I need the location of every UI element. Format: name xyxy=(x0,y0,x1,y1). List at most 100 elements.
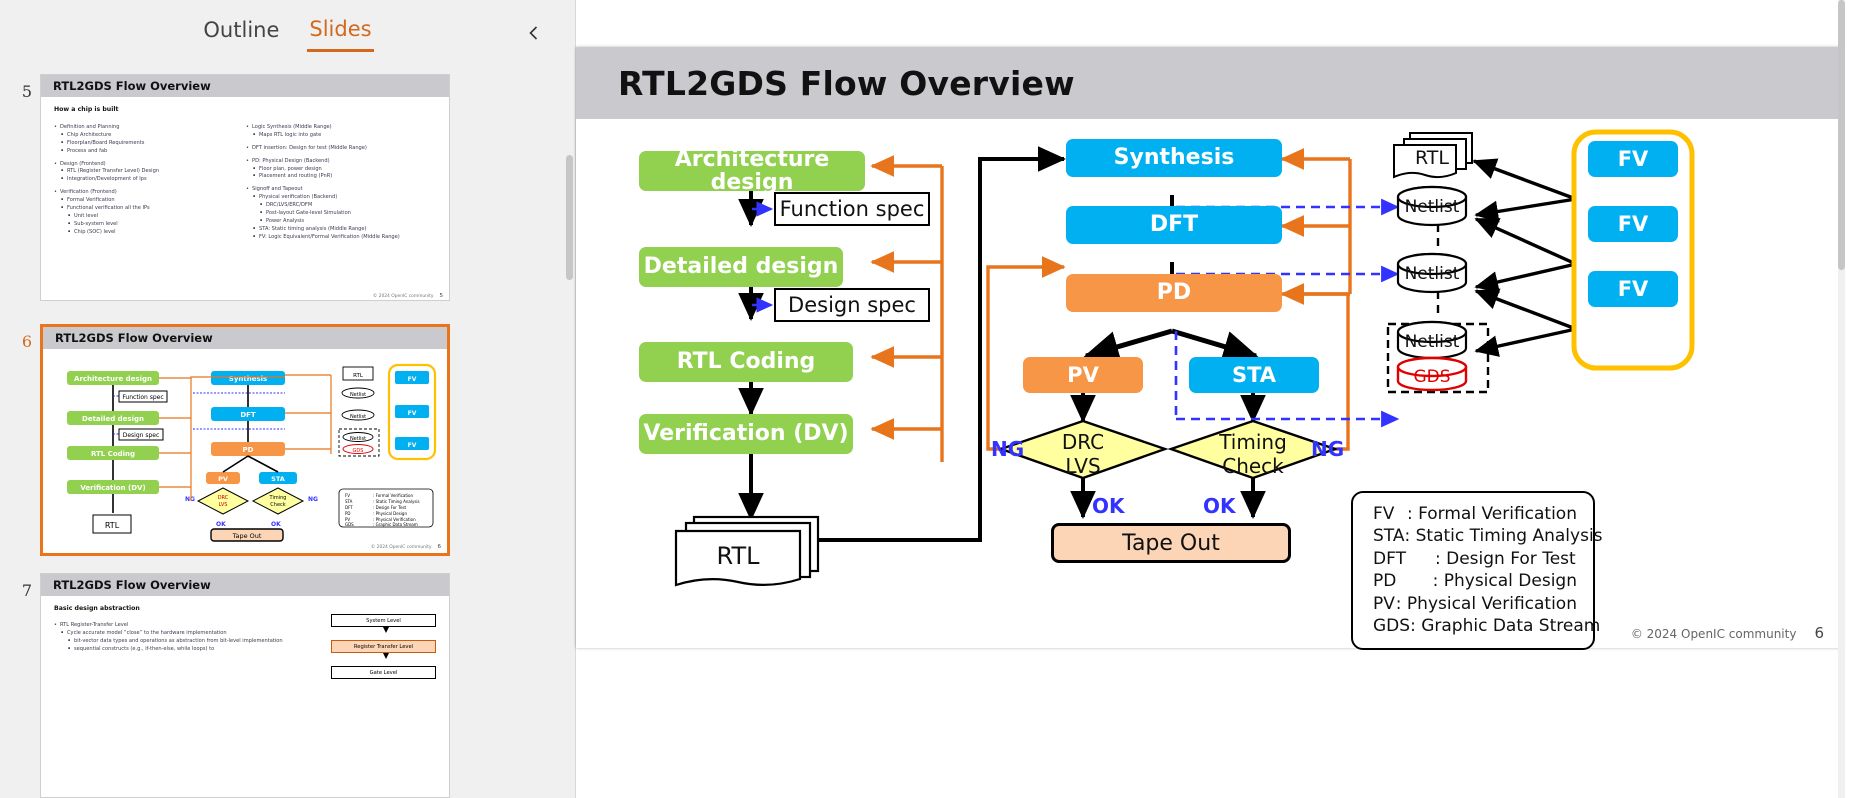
bullet-marker: ▪ xyxy=(253,233,256,238)
pd-node[interactable]: PD xyxy=(1066,274,1282,312)
bullet-marker: • xyxy=(54,124,57,130)
svg-text:STA: STA xyxy=(271,475,285,483)
legend-definition: : Static Timing Analysis xyxy=(1404,526,1603,547)
legend-definition: : Graphic Data Stream xyxy=(1410,616,1601,637)
svg-text:GDS: GDS xyxy=(345,522,354,527)
legend-abbr: DFT xyxy=(1373,548,1406,569)
bullet-item: • Verification (Frontend) xyxy=(54,189,234,197)
main-scrollbar[interactable] xyxy=(1838,0,1845,270)
abstraction-level-box: Register Transfer Level xyxy=(331,640,436,653)
svg-text:RTL: RTL xyxy=(353,373,364,379)
synthesis-node[interactable]: Synthesis xyxy=(1066,139,1282,177)
thumbnail-list[interactable]: 5 RTL2GDS Flow Overview How a chip is bu… xyxy=(0,66,575,798)
legend-abbr: FV xyxy=(1373,504,1395,524)
rtl-coding-node[interactable]: RTL Coding xyxy=(639,342,853,382)
thumb5-left-column: • Definition and Planning ▪ Chip Architectu… xyxy=(54,124,234,237)
bullet-text: Power Analysis xyxy=(266,217,305,224)
bullet-item: ▪ Physical verification (Backend) xyxy=(246,194,446,202)
verification-dv-node[interactable]: Verification (DV) xyxy=(639,414,853,454)
legend-row: STA: Static Timing Analysis xyxy=(1373,525,1603,547)
timing-label: Timing xyxy=(1219,430,1287,454)
svg-text:FV: FV xyxy=(345,493,350,498)
svg-text:NG: NG xyxy=(308,496,318,503)
pv-node[interactable]: PV xyxy=(1023,357,1143,393)
bullet-marker: ▪ xyxy=(253,225,256,230)
thumbnail-slide-7[interactable]: 7 RTL2GDS Flow Overview Basic design abs… xyxy=(0,573,450,798)
legend-definition: : Physical Design xyxy=(1432,571,1577,592)
svg-text:PD: PD xyxy=(345,511,351,516)
bullet-text: Chip Architecture xyxy=(67,131,112,138)
bullet-marker: ▪ xyxy=(68,228,71,233)
thumb-body-5: How a chip is built • Definition and Plan… xyxy=(41,97,449,300)
thumbnail-slide-6[interactable]: 6 RTL2GDS Flow Overview Architecture des… xyxy=(0,324,450,556)
legend-abbr: PV xyxy=(1373,593,1395,614)
bullet-item: ▪ Integration/Development of Ips xyxy=(54,176,234,184)
svg-text:Architecture design: Architecture design xyxy=(74,375,152,383)
svg-text:Timing: Timing xyxy=(269,495,287,501)
fv-1-node[interactable]: FV xyxy=(1588,141,1678,177)
dft-node[interactable]: DFT xyxy=(1066,206,1282,244)
bullet-marker: • xyxy=(54,160,57,167)
tape-out-node[interactable]: Tape Out xyxy=(1051,523,1291,563)
bullet-text: Process and fab xyxy=(67,147,108,154)
function-spec-doc[interactable]: Function spec xyxy=(774,192,930,226)
chevron-left-icon[interactable] xyxy=(521,20,547,46)
bullet-marker: ▪ xyxy=(61,197,64,202)
thumb-body-6: Architecture design Detailed design RTL … xyxy=(43,349,447,553)
thumbnail-slide-5[interactable]: 5 RTL2GDS Flow Overview How a chip is bu… xyxy=(0,74,450,301)
svg-text:DFT: DFT xyxy=(345,505,353,510)
fv-2-node[interactable]: FV xyxy=(1588,206,1678,242)
svg-text:Tape Out: Tape Out xyxy=(232,532,262,540)
sta-node[interactable]: STA xyxy=(1189,357,1319,393)
bullet-item: ▪ Process and fab xyxy=(54,148,234,156)
drc-label: DRC xyxy=(1061,430,1105,454)
bullet-text: Formal Verification xyxy=(67,197,115,204)
bullet-item: ▪ Functional verification all the IPs xyxy=(54,205,234,213)
timing-check-label: Timing Check xyxy=(1203,430,1303,478)
tab-slides[interactable]: Slides xyxy=(307,15,374,52)
drc-ng-label: NG xyxy=(991,437,1025,461)
bullet-item: ▪ Unit level xyxy=(54,213,234,221)
sidebar-scrollbar[interactable] xyxy=(566,155,573,280)
thumb5-footer: © 2024 OpenIC community 5 xyxy=(372,293,443,299)
architecture-design-node[interactable]: Architecture design xyxy=(639,148,865,194)
bullet-marker: • xyxy=(54,622,57,628)
thumb-number-7: 7 xyxy=(21,581,32,600)
fv-3-node[interactable]: FV xyxy=(1588,271,1678,307)
check-label: Check xyxy=(1222,454,1284,478)
lvs-label: LVS xyxy=(1065,454,1101,478)
bullet-marker: ▪ xyxy=(68,637,71,642)
thumb-canvas-6[interactable]: RTL2GDS Flow Overview Architecture desig… xyxy=(40,324,450,556)
bullet-marker: • xyxy=(54,189,57,196)
svg-text:OK: OK xyxy=(216,521,226,528)
bullet-item: ▪ Placement and routing (PnR) xyxy=(246,173,446,181)
bullet-text: Sub-system level xyxy=(74,220,118,227)
bullet-text: Cycle accurate model “close” to the hard… xyxy=(67,629,227,636)
rtl-output-label: RTL xyxy=(716,542,760,570)
bullet-item: ▪ Post-layout Gate-level Simulation xyxy=(246,210,446,218)
bullet-item: ▪ Chip (SOC) level xyxy=(54,229,234,237)
bullet-text: DRC/LVS/ERC/DFM xyxy=(266,202,313,209)
design-spec-doc[interactable]: Design spec xyxy=(774,288,930,322)
drc-lvs-label: DRC LVS xyxy=(1033,430,1133,478)
thumb-canvas-7[interactable]: RTL2GDS Flow Overview Basic design abstr… xyxy=(40,573,450,798)
bullet-item: ▪ Floor plan, power design xyxy=(246,166,446,174)
bullet-marker: ▪ xyxy=(68,212,71,217)
slides-sidebar: Outline Slides 5 RTL2GDS Flow Overview H… xyxy=(0,0,576,798)
bullet-marker: ▪ xyxy=(68,220,71,225)
legend-row: PV: Physical Verification xyxy=(1373,593,1577,615)
thumb-title-6: RTL2GDS Flow Overview xyxy=(43,327,447,349)
thumb6-diagram: Architecture design Detailed design RTL … xyxy=(67,363,437,542)
netlist-3-label: Netlist xyxy=(1404,332,1460,352)
detailed-design-node[interactable]: Detailed design xyxy=(639,247,843,287)
bullet-item: • Design (Frontend) xyxy=(54,161,234,169)
tab-outline[interactable]: Outline xyxy=(201,16,281,50)
bullet-marker: • xyxy=(246,124,249,130)
thumb-canvas-5[interactable]: RTL2GDS Flow Overview How a chip is buil… xyxy=(40,74,450,301)
bullet-text: Chip (SOC) level xyxy=(74,228,116,235)
svg-text:DRC: DRC xyxy=(218,495,229,501)
copyright-text: © 2024 OpenIC community xyxy=(1630,627,1797,641)
bullet-item: ▪ Chip Architecture xyxy=(54,132,234,140)
legend-definition: : Physical Verification xyxy=(1395,593,1577,614)
drc-ok-label: OK xyxy=(1092,494,1125,518)
